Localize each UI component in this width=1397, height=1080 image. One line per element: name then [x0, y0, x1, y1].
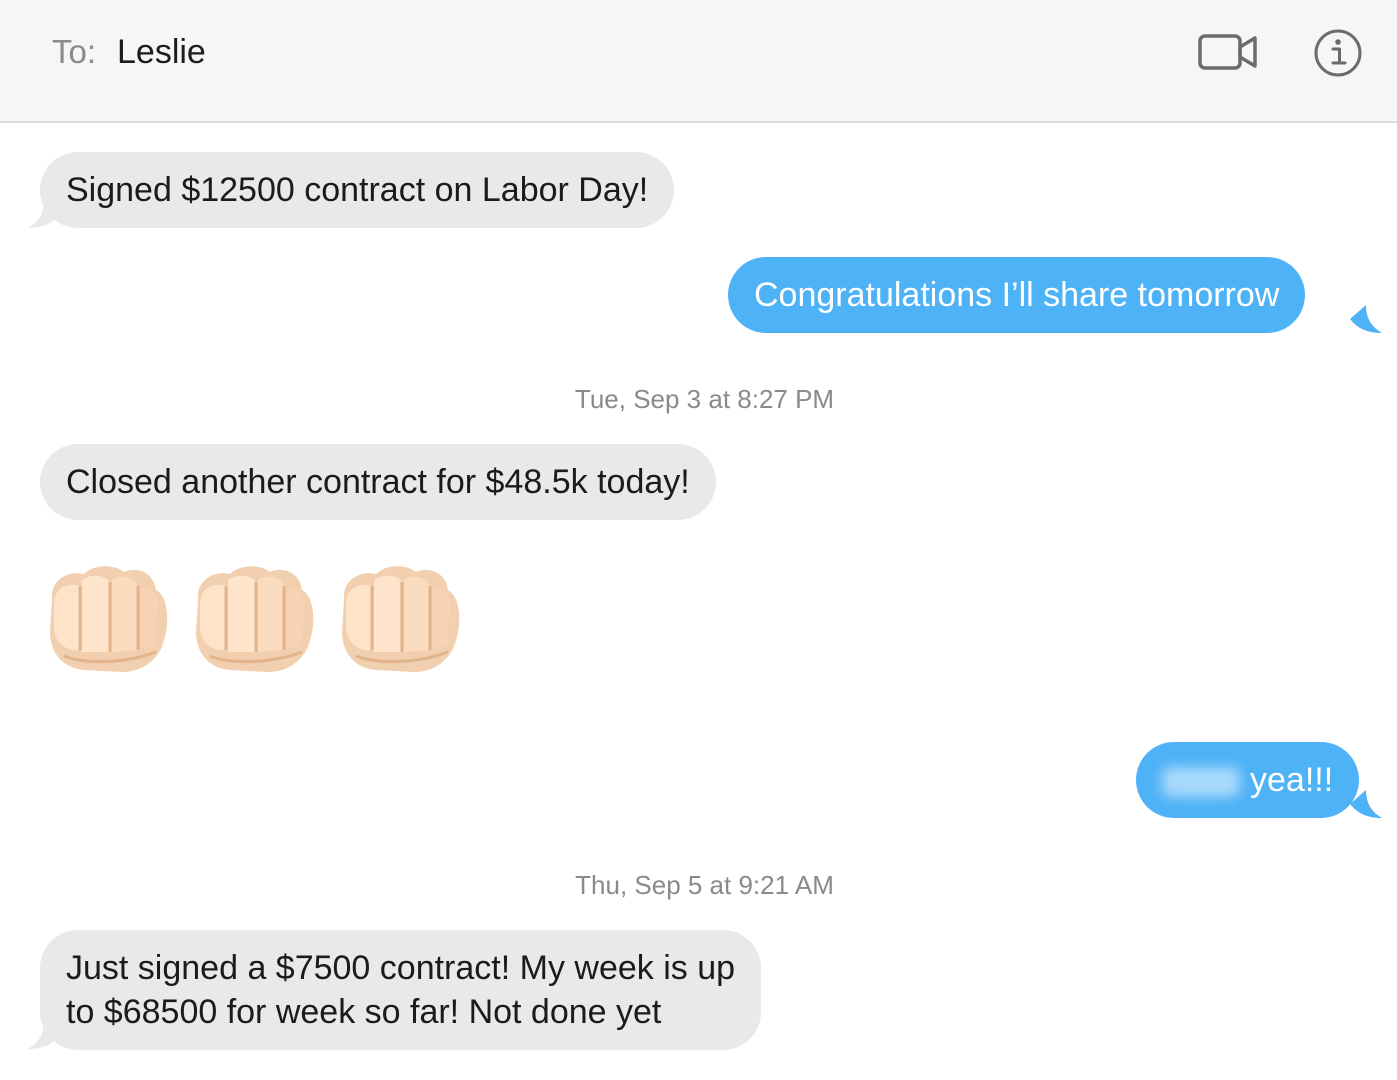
message-text: Closed another contract for $48.5k today…	[66, 463, 690, 501]
timestamp: Thu, Sep 5 at 9:21 AM	[575, 870, 834, 900]
bubble-tail	[28, 200, 60, 228]
message-text: yea!!!	[1250, 761, 1334, 799]
message-text: Congratulations I’ll share tomorrow	[754, 276, 1280, 314]
fist-emoji	[336, 560, 464, 676]
info-icon[interactable]	[1313, 28, 1363, 78]
fist-emoji	[190, 560, 318, 676]
message-line: to $68500 for week so far! Not done yet	[66, 993, 662, 1031]
video-camera-icon[interactable]	[1197, 30, 1261, 74]
sent-message[interactable]: yea!!!	[1136, 742, 1360, 818]
received-message[interactable]: Just signed a $7500 contract! My week is…	[40, 930, 762, 1050]
timestamp: Tue, Sep 3 at 8:27 PM	[574, 384, 835, 414]
received-message[interactable]: Signed $12500 contract on Labor Day!	[40, 152, 675, 228]
conversation-header: To: Leslie	[0, 0, 1397, 123]
fist-emoji	[44, 560, 172, 676]
recipient-name[interactable]: Leslie	[117, 33, 206, 72]
received-message[interactable]: Closed another contract for $48.5k today…	[40, 444, 716, 520]
bubble-tail	[28, 1021, 60, 1049]
to-label: To:	[52, 33, 97, 70]
bubble-tail	[1350, 790, 1382, 818]
message-line: Just signed a $7500 contract! My week is…	[66, 949, 736, 987]
bubble-tail	[1350, 305, 1382, 333]
sent-message[interactable]: Congratulations I’ll share tomorrow	[728, 257, 1306, 333]
redacted-text	[1162, 767, 1240, 798]
message-text: Signed $12500 contract on Labor Day!	[66, 171, 649, 209]
